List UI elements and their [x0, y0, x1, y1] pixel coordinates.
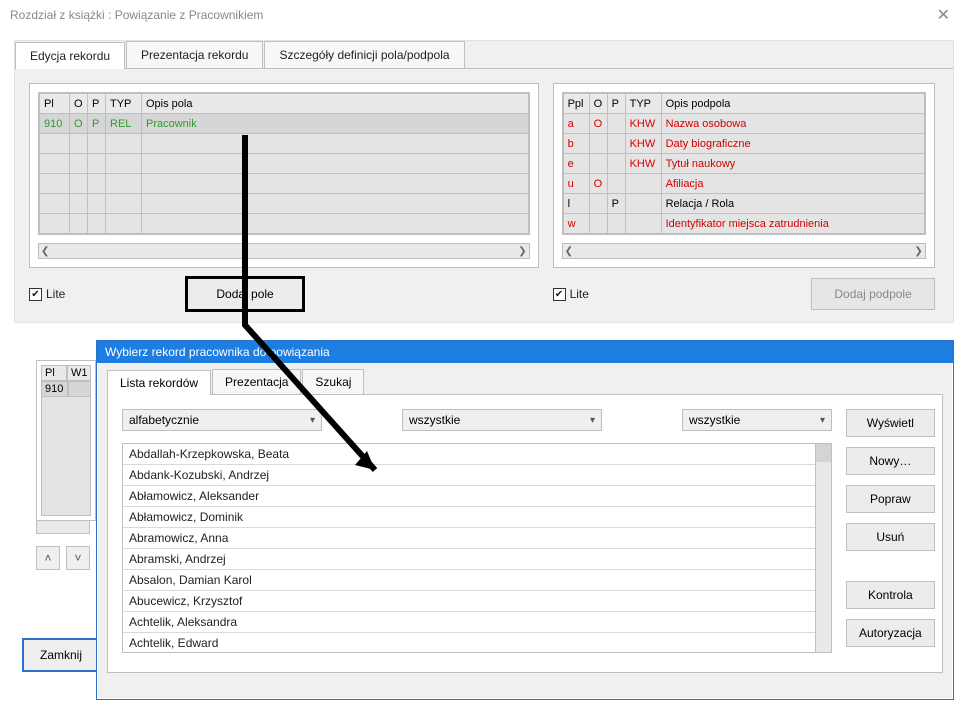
window-title: Rozdział z książki : Powiązanie z Pracow…: [10, 8, 929, 22]
col-ppl: Ppl: [563, 94, 589, 114]
filter1-select-value: wszystkie: [409, 413, 460, 427]
col-p2: P: [607, 94, 625, 114]
scroll-right-icon[interactable]: ❯: [914, 246, 922, 257]
lite-checkbox-left[interactable]: ✔ Lite: [29, 287, 65, 301]
chevron-down-icon: ▾: [590, 415, 595, 426]
modal-tab-search[interactable]: Szukaj: [302, 369, 364, 394]
mini-col-w1: W1: [67, 365, 91, 381]
modal-tab-present[interactable]: Prezentacja: [212, 369, 301, 394]
list-item[interactable]: Abramski, Andrzej: [123, 549, 831, 570]
listbox-vscroll[interactable]: [815, 444, 831, 652]
edit-button[interactable]: Popraw: [846, 485, 935, 513]
display-button[interactable]: Wyświetl: [846, 409, 935, 437]
chevron-down-icon: ▾: [820, 415, 825, 426]
main-panel: Edycja rekordu Prezentacja rekordu Szcze…: [14, 40, 954, 323]
list-item[interactable]: Abramowicz, Anna: [123, 528, 831, 549]
col-opis: Opis pola: [142, 94, 529, 114]
filter1-select[interactable]: wszystkie ▾: [402, 409, 602, 431]
subfields-grid-hscroll[interactable]: ❮ ❯: [562, 243, 926, 259]
tab-content: Pl O P TYP Opis pola 910 O P REL Pracown…: [15, 69, 953, 322]
tab-edit-record[interactable]: Edycja rekordu: [15, 42, 125, 69]
mini-row[interactable]: 910: [41, 381, 91, 397]
subfields-grid-panel: Ppl O P TYP Opis podpola aOKHWNazwa osob…: [553, 83, 935, 268]
close-icon[interactable]: ✕: [929, 5, 958, 25]
delete-button[interactable]: Usuń: [846, 523, 935, 551]
subfields-grid[interactable]: Ppl O P TYP Opis podpola aOKHWNazwa osob…: [563, 93, 925, 234]
tab-field-details[interactable]: Szczegóły definicji pola/podpola: [264, 41, 464, 68]
mini-field-grid: Pl W1 910: [36, 360, 96, 521]
col-typ2: TYP: [625, 94, 661, 114]
add-subfield-button: Dodaj podpole: [811, 278, 934, 310]
scroll-left-icon[interactable]: ❮: [565, 246, 573, 257]
list-item[interactable]: Abdallah-Krzepkowska, Beata: [123, 444, 831, 465]
mini-hscroll[interactable]: [36, 520, 90, 534]
subfield-row[interactable]: uOAfiliacja: [563, 174, 924, 194]
scroll-left-icon[interactable]: ❮: [41, 246, 49, 257]
mini-col-pl: Pl: [41, 365, 67, 381]
list-item[interactable]: Achtelik, Aleksandra: [123, 612, 831, 633]
col-o: O: [70, 94, 88, 114]
subfield-row[interactable]: lPRelacja / Rola: [563, 194, 924, 214]
col-pl: Pl: [40, 94, 70, 114]
col-p: P: [88, 94, 106, 114]
list-item[interactable]: Absalon, Damian Karol: [123, 570, 831, 591]
lite-checkbox-right[interactable]: ✔ Lite: [553, 287, 589, 301]
sort-select-value: alfabetycznie: [129, 413, 199, 427]
fields-grid[interactable]: Pl O P TYP Opis pola 910 O P REL Pracown…: [39, 93, 529, 234]
close-button[interactable]: Zamknij: [22, 638, 100, 672]
move-up-button[interactable]: ˄: [36, 546, 60, 570]
col-typ: TYP: [106, 94, 142, 114]
main-tabs: Edycja rekordu Prezentacja rekordu Szcze…: [15, 41, 953, 69]
new-button[interactable]: Nowy…: [846, 447, 935, 475]
fields-grid-panel: Pl O P TYP Opis pola 910 O P REL Pracown…: [29, 83, 539, 268]
list-item[interactable]: Abłamowicz, Aleksander: [123, 486, 831, 507]
fields-grid-hscroll[interactable]: ❮ ❯: [38, 243, 530, 259]
mini-controls: ˄ ˅: [36, 520, 90, 570]
modal-tab-list[interactable]: Lista rekordów: [107, 370, 211, 395]
window-titlebar: Rozdział z książki : Powiązanie z Pracow…: [0, 0, 968, 30]
subfield-row[interactable]: bKHWDaty biograficzne: [563, 134, 924, 154]
modal-title: Wybierz rekord pracownika do powiązania: [97, 341, 953, 363]
list-item[interactable]: Abłamowicz, Dominik: [123, 507, 831, 528]
add-field-button[interactable]: Dodaj pole: [185, 276, 304, 312]
control-button[interactable]: Kontrola: [846, 581, 935, 609]
field-row[interactable]: 910 O P REL Pracownik: [40, 114, 529, 134]
authorize-button[interactable]: Autoryzacja: [846, 619, 935, 647]
tab-present-record[interactable]: Prezentacja rekordu: [126, 41, 263, 68]
employee-listbox[interactable]: Abdallah-Krzepkowska, BeataAbdank-Kozubs…: [122, 443, 832, 653]
subfield-row[interactable]: aOKHWNazwa osobowa: [563, 114, 924, 134]
col-opis2: Opis podpola: [661, 94, 924, 114]
list-item[interactable]: Abdank-Kozubski, Andrzej: [123, 465, 831, 486]
col-o2: O: [589, 94, 607, 114]
chevron-down-icon: ▾: [310, 415, 315, 426]
filter2-select-value: wszystkie: [689, 413, 740, 427]
filter2-select[interactable]: wszystkie ▾: [682, 409, 832, 431]
select-employee-modal: Wybierz rekord pracownika do powiązania …: [96, 340, 954, 700]
sort-select[interactable]: alfabetycznie ▾: [122, 409, 322, 431]
modal-tabs: Lista rekordów Prezentacja Szukaj: [107, 369, 943, 395]
move-down-button[interactable]: ˅: [66, 546, 90, 570]
list-item[interactable]: Abucewicz, Krzysztof: [123, 591, 831, 612]
subfield-row[interactable]: wIdentyfikator miejsca zatrudnienia: [563, 214, 924, 234]
lite-label: Lite: [46, 287, 65, 301]
lite-label: Lite: [570, 287, 589, 301]
list-item[interactable]: Achtelik, Edward: [123, 633, 831, 653]
scroll-right-icon[interactable]: ❯: [518, 246, 526, 257]
check-icon: ✔: [553, 288, 566, 301]
subfield-row[interactable]: eKHWTytuł naukowy: [563, 154, 924, 174]
check-icon: ✔: [29, 288, 42, 301]
